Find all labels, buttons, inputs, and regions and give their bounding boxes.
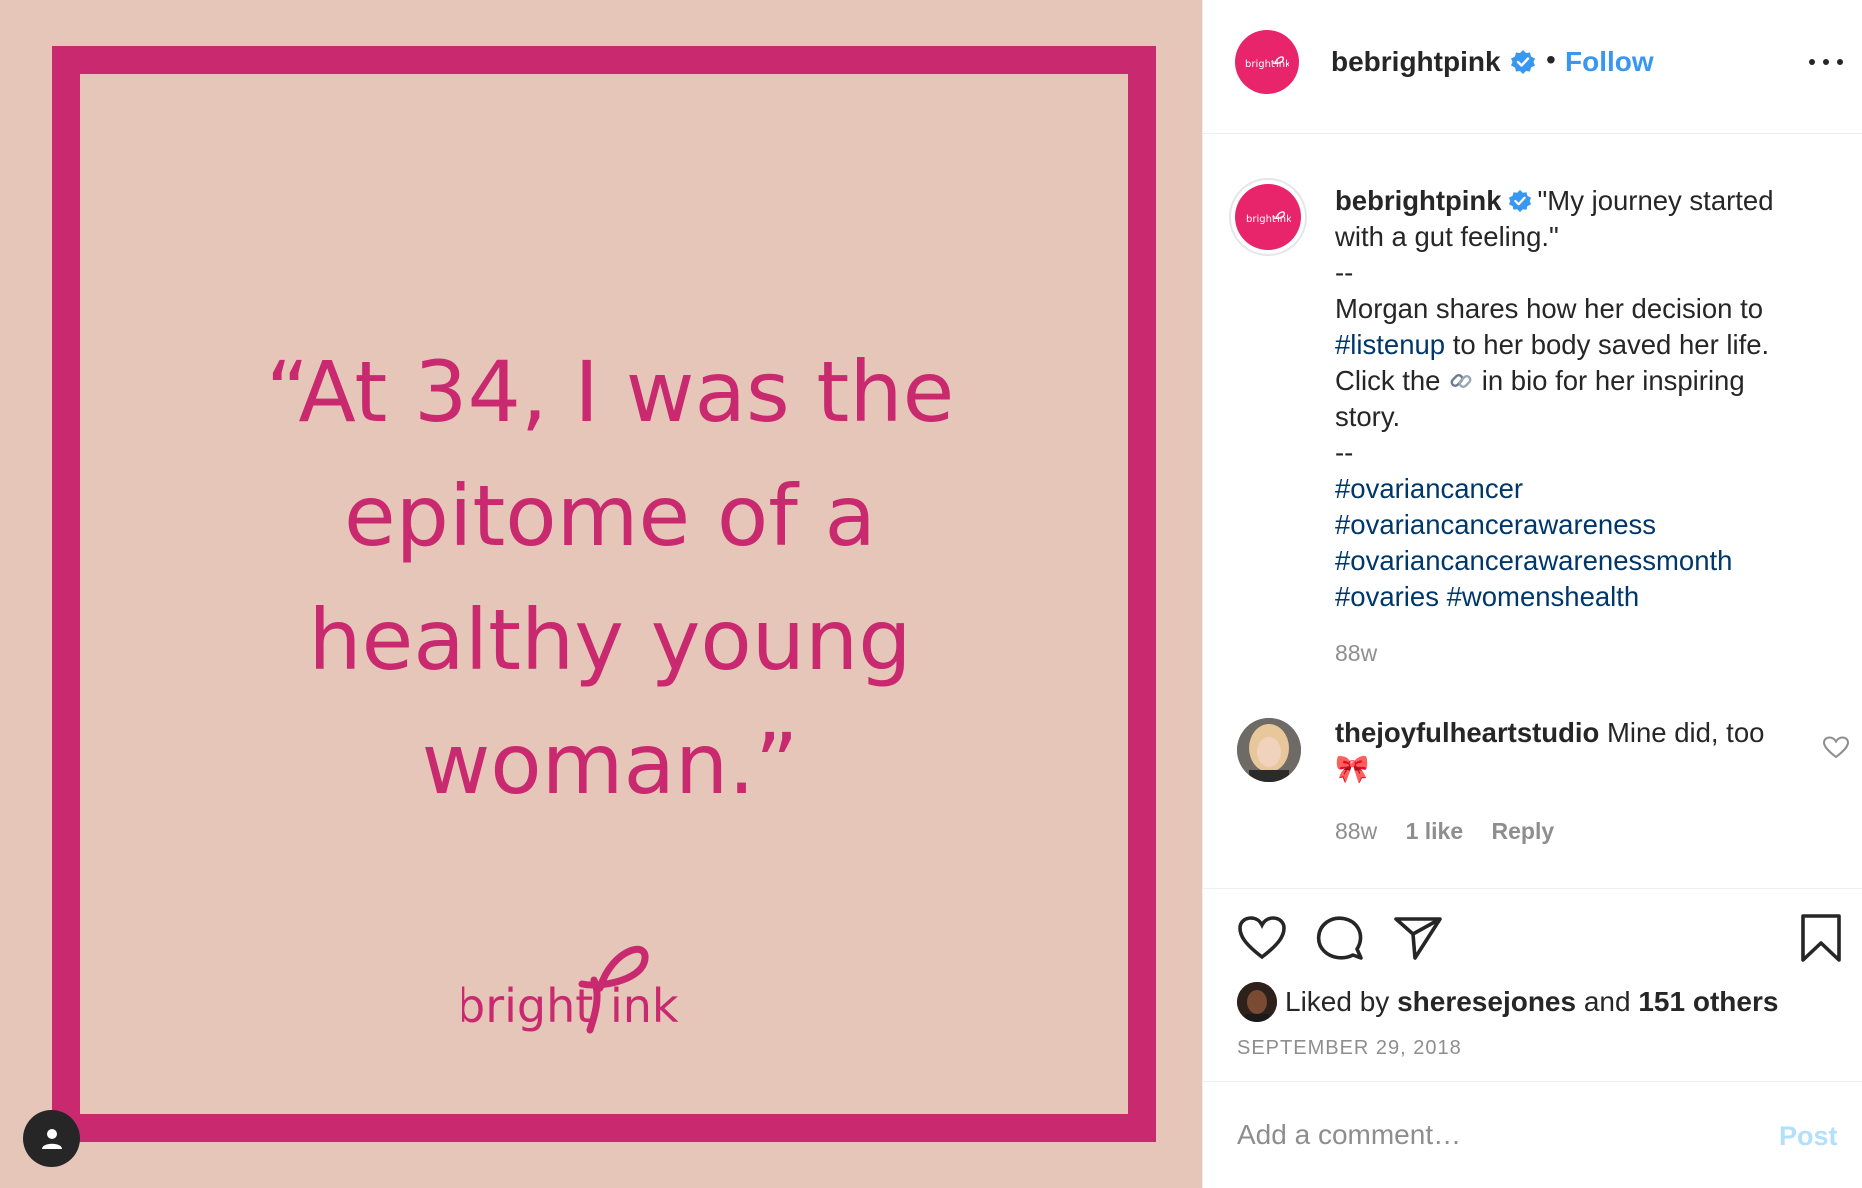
post-date[interactable]: SEPTEMBER 29, 2018: [1237, 1037, 1462, 1060]
comments-section: bright ink bebrightpink "My journey star…: [1203, 135, 1862, 887]
caption-text: with a gut feeling.": [1335, 221, 1559, 252]
hashtag-link[interactable]: #ovariancancerawarenessmonth: [1335, 543, 1835, 579]
liked-by: Liked by sheresejones and 151 others: [1237, 981, 1778, 1023]
svg-text:bright: bright: [1246, 214, 1276, 225]
hashtag-link[interactable]: #ovaries: [1335, 581, 1439, 612]
avatar: bright ink: [1235, 184, 1301, 250]
caption-line: #ovaries #womenshealth: [1335, 579, 1835, 615]
post-image[interactable]: “At 34, I was the epitome of a healthy y…: [0, 0, 1202, 1188]
comment: thejoyfulheartstudio Mine did, too 🎀: [1335, 715, 1805, 787]
link-icon: [1450, 374, 1472, 388]
comment-icon[interactable]: [1315, 915, 1365, 963]
svg-text:bright: bright: [462, 979, 593, 1033]
caption-avatar[interactable]: bright ink: [1229, 178, 1307, 256]
caption-text: to her body saved her life.: [1445, 329, 1770, 360]
comment-like-heart-icon[interactable]: [1823, 736, 1849, 760]
svg-text:ink: ink: [1277, 214, 1291, 225]
caption-text: Morgan shares how her decision to: [1335, 293, 1764, 324]
avatar[interactable]: [1237, 982, 1277, 1022]
dot: [1809, 59, 1815, 65]
follow-button[interactable]: Follow: [1565, 46, 1654, 78]
dot: [1837, 59, 1843, 65]
svg-text:ink: ink: [610, 979, 679, 1033]
comment-meta: 88w 1 like Reply: [1335, 818, 1576, 845]
bright-pink-logo: bright ink: [462, 945, 679, 1034]
avatar[interactable]: [1237, 718, 1301, 782]
person-icon: [41, 1128, 62, 1149]
post-header: bright ink bebrightpink • Follow: [1203, 0, 1862, 134]
verified-badge-icon: [1511, 50, 1535, 74]
dot: [1823, 59, 1829, 65]
caption-line: bebrightpink "My journey started: [1335, 183, 1835, 219]
add-comment-bar: Post: [1203, 1083, 1862, 1188]
tagged-users-button[interactable]: [23, 1110, 80, 1167]
caption-text: story.: [1335, 401, 1401, 432]
quote-text: “At 34, I was the epitome of a healthy y…: [160, 330, 1060, 826]
quote-line: epitome of a: [343, 467, 876, 565]
caption-text: "My journey started: [1537, 185, 1774, 216]
comment-line: thejoyfulheartstudio Mine did, too: [1335, 715, 1805, 751]
liked-by-user[interactable]: sheresejones: [1397, 986, 1576, 1018]
quote-line: “At 34, I was the: [265, 343, 955, 441]
caption-separator: --: [1335, 257, 1354, 288]
header-username[interactable]: bebrightpink: [1331, 46, 1501, 78]
post-comment-button[interactable]: Post: [1779, 1121, 1838, 1152]
comment-likes[interactable]: 1 like: [1406, 818, 1464, 844]
verified-badge-icon: [1508, 189, 1531, 212]
share-icon[interactable]: [1393, 915, 1443, 961]
caption-timestamp[interactable]: 88w: [1335, 640, 1377, 667]
svg-text:ink: ink: [1276, 59, 1289, 70]
liked-by-others[interactable]: 151 others: [1638, 986, 1778, 1018]
liked-by-prefix: Liked by: [1285, 986, 1398, 1017]
post-caption: bebrightpink "My journey started with a …: [1335, 183, 1835, 615]
comment-username[interactable]: thejoyfulheartstudio: [1335, 717, 1599, 748]
post-sidebar: bright ink bebrightpink • Follow bright …: [1202, 0, 1862, 1188]
quote-line: healthy young: [308, 591, 912, 689]
caption-text: Click the: [1335, 365, 1449, 396]
bright-pink-logo: bright ink: [1246, 211, 1291, 225]
post-actions: Liked by sheresejones and 151 others SEP…: [1203, 888, 1862, 1082]
hashtag-link[interactable]: #ovariancancer: [1335, 471, 1835, 507]
avatar[interactable]: bright ink: [1235, 30, 1299, 94]
heart-icon[interactable]: [1237, 915, 1287, 961]
caption-text: in bio for her inspiring: [1474, 365, 1745, 396]
liker-photo: [1237, 982, 1277, 1022]
comment-text: Mine did, too: [1599, 717, 1765, 748]
hashtag-link[interactable]: #ovariancancerawareness: [1335, 507, 1835, 543]
caption-line: #listenup to her body saved her life.: [1335, 327, 1835, 363]
svg-text:bright: bright: [1245, 59, 1275, 70]
quote-line: woman.”: [421, 715, 799, 813]
more-options-icon[interactable]: [1809, 50, 1843, 74]
hashtag-link[interactable]: #listenup: [1335, 329, 1445, 360]
caption-username[interactable]: bebrightpink: [1335, 185, 1502, 216]
caption-line: Click the in bio for her inspiring: [1335, 363, 1835, 399]
bright-pink-logo: bright ink: [1245, 56, 1289, 70]
commenter-photo: [1237, 718, 1301, 782]
comment-timestamp[interactable]: 88w: [1335, 818, 1377, 844]
bow-emoji: 🎀: [1335, 753, 1370, 784]
separator-dot: •: [1546, 44, 1556, 75]
liked-by-middle: and: [1576, 986, 1639, 1017]
caption-separator: --: [1335, 437, 1354, 468]
hashtag-link[interactable]: #womenshealth: [1447, 581, 1640, 612]
bookmark-icon[interactable]: [1799, 913, 1843, 963]
comment-input[interactable]: [1237, 1113, 1717, 1157]
reply-button[interactable]: Reply: [1492, 818, 1555, 844]
